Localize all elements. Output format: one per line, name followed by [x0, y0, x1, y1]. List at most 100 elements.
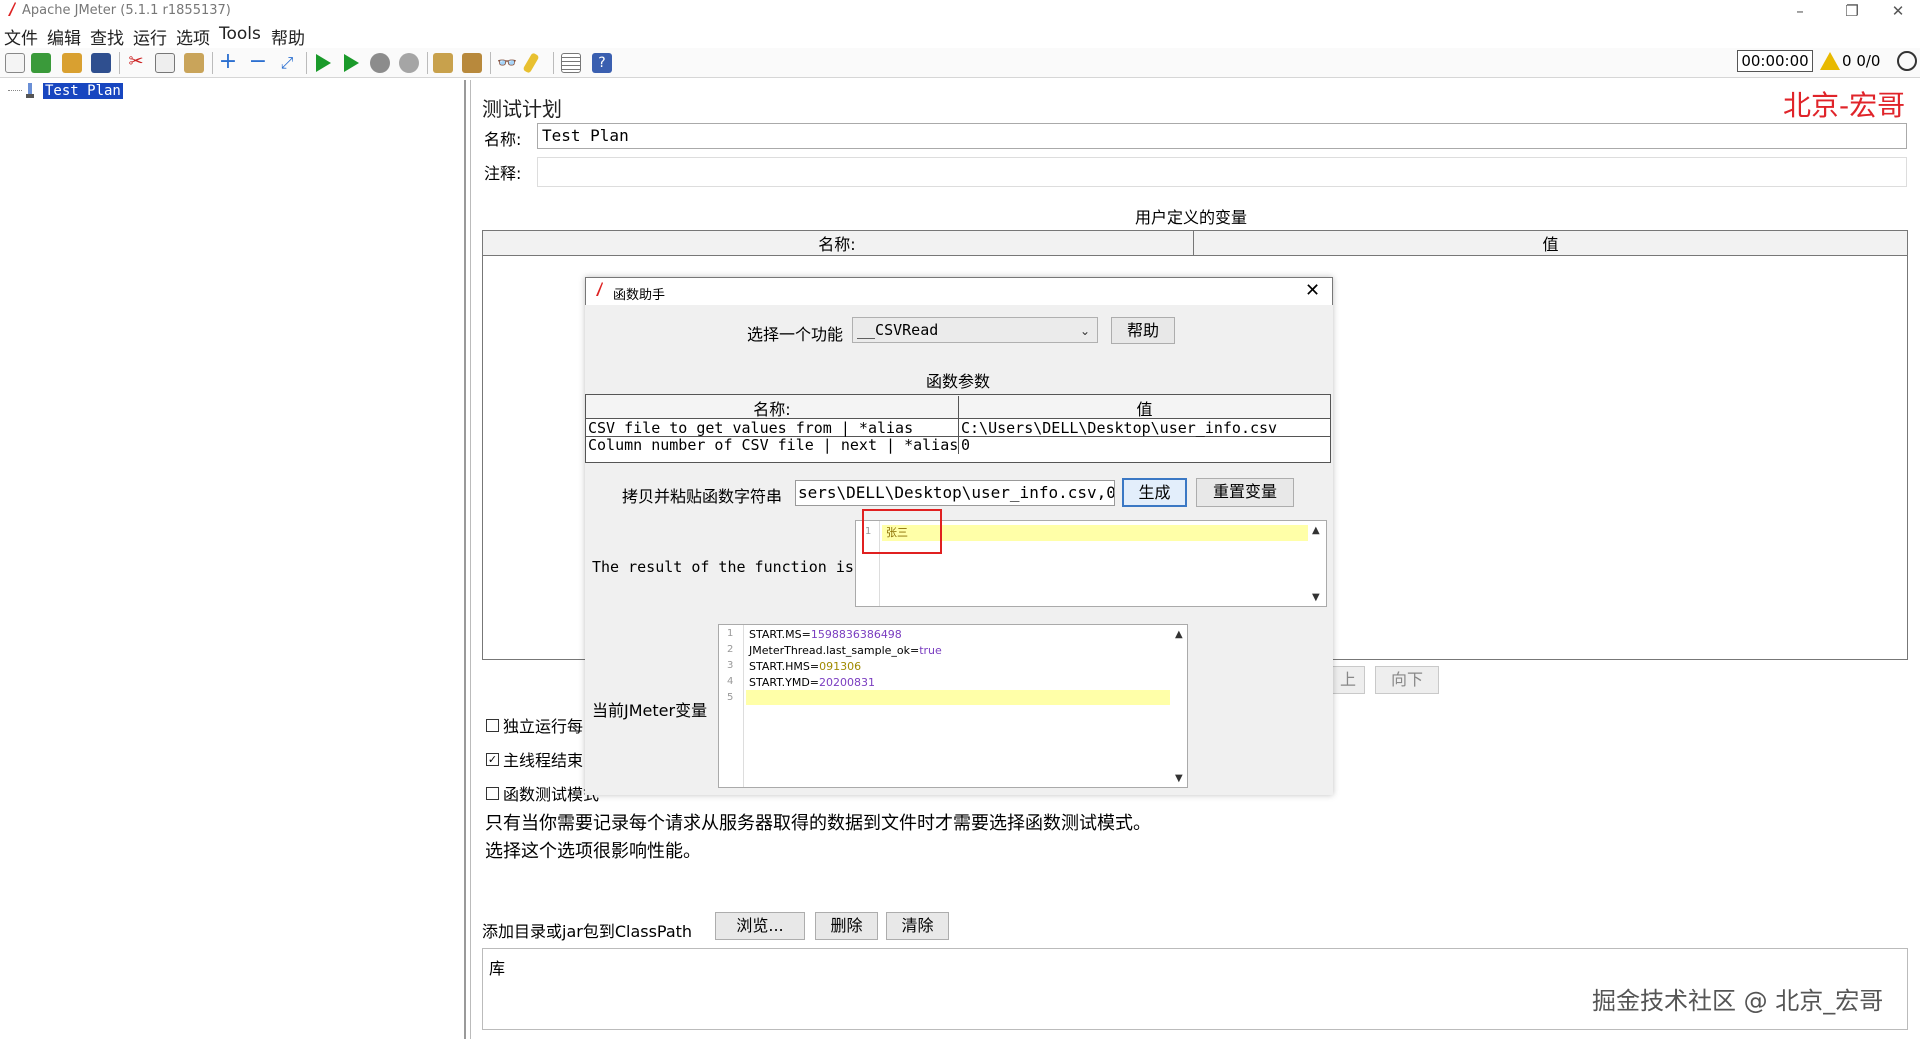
comment-label: 注释: [484, 164, 522, 183]
user-vars-col-name[interactable]: 名称: [482, 231, 1192, 255]
vars-gutter [743, 625, 744, 787]
param-row-2-value[interactable]: 0 [961, 437, 970, 454]
toolbar-separator [490, 52, 491, 74]
function-select[interactable]: __CSVRead [852, 317, 1098, 343]
vars-value: 20200831 [819, 676, 876, 689]
user-vars-col-value[interactable]: 值 [1193, 231, 1907, 255]
help-button[interactable]: 帮助 [1111, 317, 1175, 344]
teardown-checkbox[interactable]: ✓ [486, 753, 499, 766]
brand-watermark: 北京-宏哥 [1783, 89, 1906, 122]
dialog-close-icon[interactable]: ✕ [1305, 280, 1320, 301]
param-row-1-value[interactable]: C:\Users\DELL\Desktop\user_info.csv [961, 420, 1277, 437]
vars-line-number: 4 [727, 676, 734, 687]
move-down-button[interactable]: 向下 [1375, 666, 1439, 694]
toggle-icon[interactable]: ⤢ [277, 53, 297, 73]
clear-icon[interactable] [433, 53, 453, 73]
vars-current-line [746, 690, 1170, 705]
close-window-button[interactable]: ✕ [1876, 0, 1920, 24]
scroll-up-icon[interactable]: ▲ [1175, 629, 1183, 640]
run-independently-checkbox[interactable] [486, 719, 499, 732]
menu-file[interactable]: 文件 [4, 24, 38, 49]
templates-icon[interactable] [31, 53, 51, 73]
tree-item-test-plan[interactable]: Test Plan [43, 83, 123, 99]
minimize-button[interactable]: – [1778, 0, 1822, 24]
vars-key: JMeterThread.last_sample_ok= [749, 644, 920, 657]
vars-line: JMeterThread.last_sample_ok=true [749, 643, 942, 659]
restore-button[interactable]: ❐ [1830, 0, 1874, 24]
menu-options[interactable]: 选项 [176, 24, 210, 49]
comment-field[interactable] [537, 157, 1907, 187]
new-icon[interactable] [5, 53, 25, 73]
tree-pane [0, 80, 466, 1039]
functional-mode-description: 只有当你需要记录每个请求从服务器取得的数据到文件时才需要选择函数测试模式。 选择… [482, 810, 1908, 904]
tree-connector [8, 90, 22, 91]
vars-line: START.YMD=20200831 [749, 675, 875, 691]
start-no-pause-icon[interactable] [344, 54, 359, 72]
jmeter-vars-label: 当前JMeter变量 [592, 701, 708, 720]
copy-icon[interactable] [155, 53, 175, 73]
function-string-field[interactable]: sers\DELL\Desktop\user_info.csv,0)} [795, 480, 1115, 506]
reset-variables-button[interactable]: 重置变量 [1196, 478, 1294, 507]
collapse-icon[interactable]: − [248, 51, 268, 73]
clear-button[interactable]: 清除 [886, 912, 949, 940]
warning-count: 0 [1842, 52, 1852, 70]
vars-key: START.MS= [749, 628, 811, 641]
community-watermark: 掘金技术社区 @ 北京_宏哥 [1592, 987, 1884, 1015]
scroll-down-icon[interactable]: ▼ [1175, 773, 1183, 784]
params-col-value[interactable]: 值 [958, 396, 1330, 420]
save-icon[interactable] [91, 53, 111, 73]
result-label: The result of the function is [592, 558, 854, 576]
scroll-down-icon[interactable]: ▼ [1312, 592, 1320, 603]
menu-edit[interactable]: 编辑 [47, 24, 81, 49]
vars-line: START.HMS=091306 [749, 659, 861, 675]
page-title: 测试计划 [482, 97, 562, 121]
teardown-label: 主线程结束 [503, 751, 584, 770]
move-up-button[interactable]: 上 [1331, 666, 1365, 694]
menu-run[interactable]: 运行 [133, 24, 167, 49]
menu-search[interactable]: 查找 [90, 24, 124, 49]
chevron-down-icon[interactable]: ⌄ [1080, 324, 1090, 338]
name-field[interactable]: Test Plan [537, 123, 1907, 149]
scroll-up-icon[interactable]: ▲ [1312, 525, 1320, 536]
result-current-line [882, 525, 1308, 541]
open-icon[interactable] [62, 53, 82, 73]
functional-mode-checkbox[interactable] [486, 787, 499, 800]
name-label: 名称: [484, 130, 522, 149]
copy-paste-label: 拷贝并粘贴函数字符串 [622, 487, 783, 506]
vars-line-number: 3 [727, 660, 734, 671]
function-helper-icon[interactable] [561, 53, 581, 73]
vars-value: 091306 [819, 660, 862, 673]
menu-help[interactable]: 帮助 [271, 24, 305, 49]
warning-icon[interactable] [1820, 52, 1840, 70]
shutdown-icon[interactable] [399, 53, 419, 73]
params-col-name[interactable]: 名称: [586, 396, 958, 420]
window-title: Apache JMeter (5.1.1 r1855137) [22, 3, 231, 18]
vars-value: true [919, 644, 942, 657]
remote-globe-icon[interactable] [1897, 51, 1917, 71]
help-icon[interactable]: ? [592, 53, 612, 73]
param-row-1-name[interactable]: CSV file to get values from | *alias [588, 420, 913, 437]
param-row-2-name[interactable]: Column number of CSV file | next | *alia… [588, 437, 958, 454]
toolbar-separator [119, 52, 120, 74]
paste-icon[interactable] [184, 53, 204, 73]
vars-line-number: 1 [727, 628, 734, 639]
jmeter-feather-icon [8, 2, 16, 16]
expand-icon[interactable]: + [218, 51, 238, 73]
select-function-label: 选择一个功能 [747, 325, 844, 344]
toolbar-separator [306, 52, 307, 74]
library-header: 库 [489, 959, 506, 978]
menu-tools[interactable]: Tools [219, 24, 261, 44]
vars-key: START.YMD= [749, 676, 820, 689]
stop-icon[interactable] [370, 53, 390, 73]
jmeter-feather-icon [596, 282, 603, 296]
search-icon[interactable]: 👓 [497, 53, 517, 73]
clear-all-icon[interactable] [462, 53, 482, 73]
cut-icon[interactable]: ✂ [126, 53, 146, 73]
delete-button[interactable]: 删除 [815, 912, 878, 940]
browse-button[interactable]: 浏览... [715, 912, 805, 940]
thread-count: 0/0 [1856, 52, 1881, 70]
start-icon[interactable] [316, 54, 331, 72]
vars-line-number: 5 [727, 692, 734, 703]
toolbar-separator [212, 52, 213, 74]
generate-button[interactable]: 生成 [1122, 478, 1187, 507]
